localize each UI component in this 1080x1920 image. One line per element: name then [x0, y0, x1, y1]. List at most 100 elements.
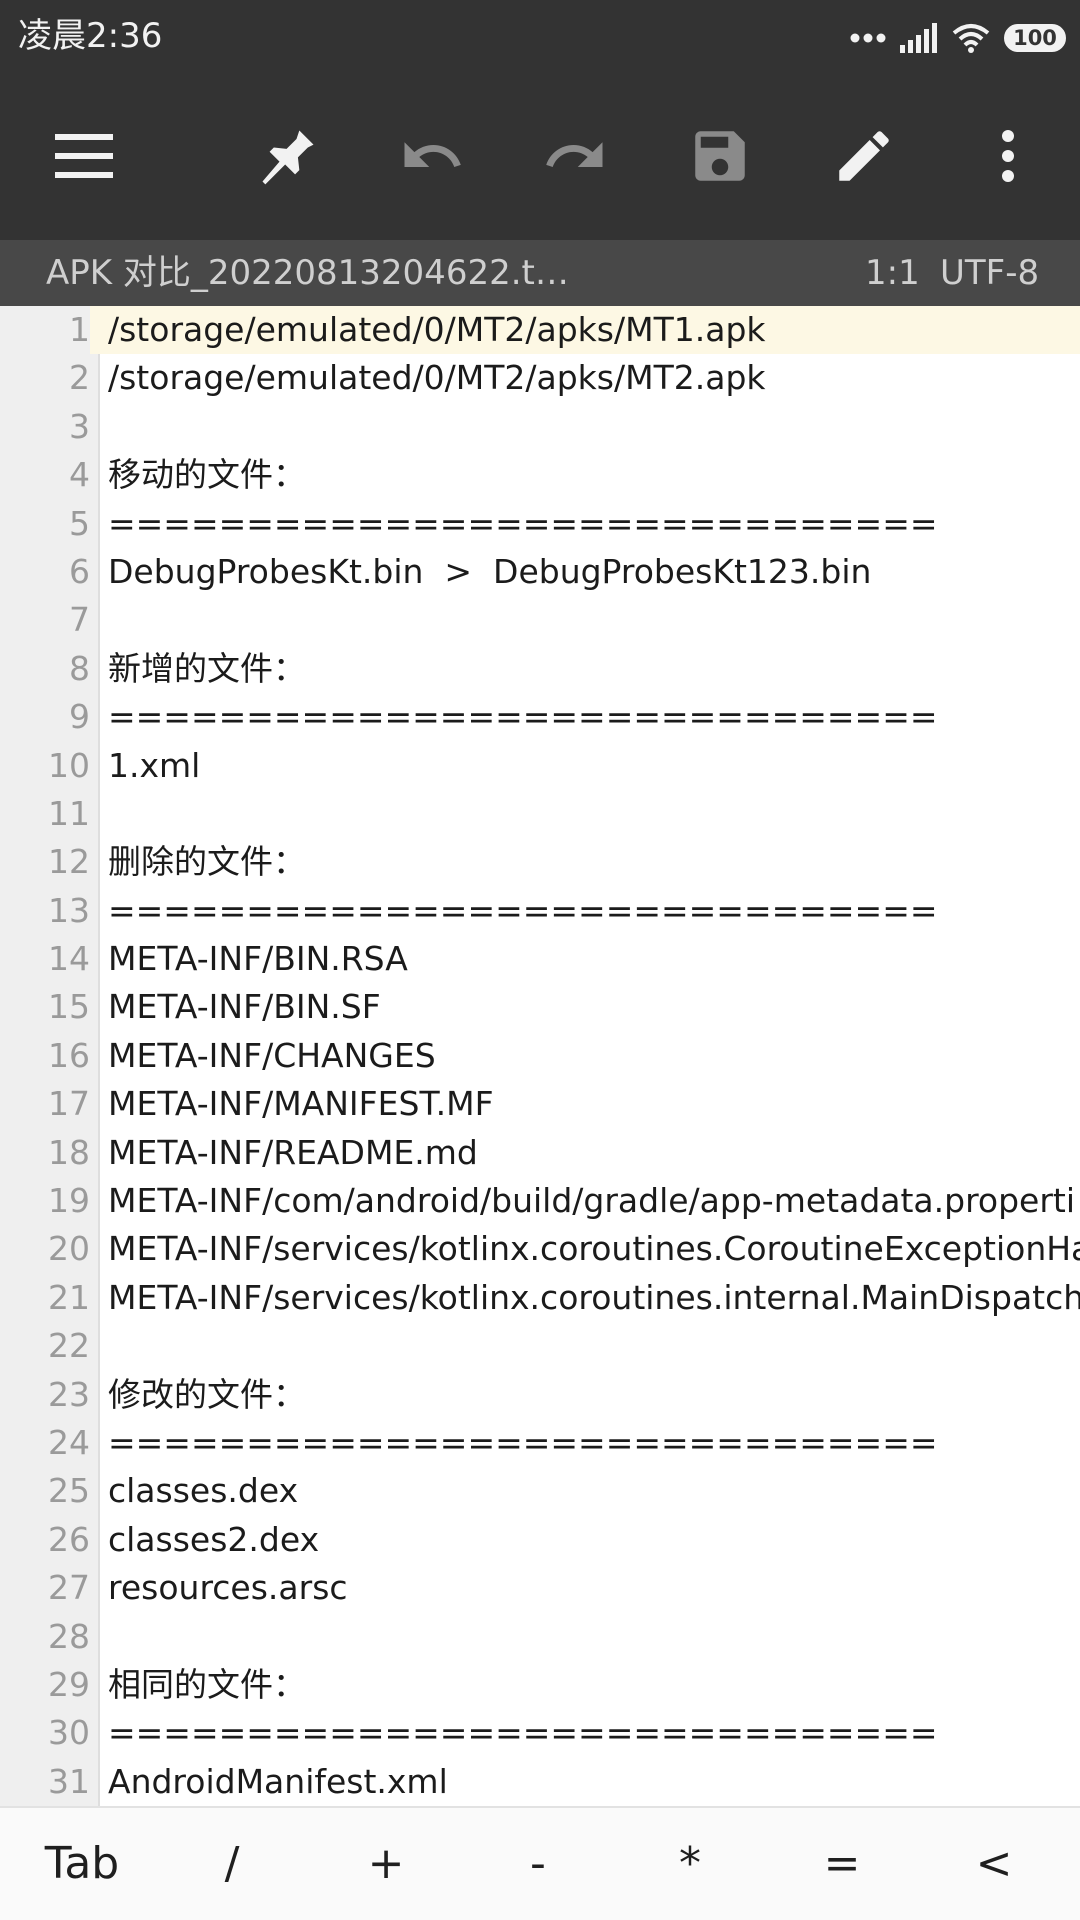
editor-line[interactable]: 7 — [0, 596, 1080, 644]
line-text[interactable]: classes.dex — [108, 1467, 298, 1515]
line-text[interactable]: /storage/emulated/0/MT2/apks/MT1.apk — [108, 306, 766, 354]
undo-button[interactable] — [392, 118, 472, 198]
redo-icon — [542, 123, 608, 193]
editor-line[interactable]: 23 修改的文件： — [0, 1371, 1080, 1419]
line-text[interactable]: META-INF/BIN.RSA — [108, 935, 408, 983]
line-text[interactable]: AndroidManifest.xml — [108, 1758, 448, 1806]
cursor-position[interactable]: 1:1 — [865, 240, 920, 306]
editor-line[interactable]: 29 相同的文件： — [0, 1661, 1080, 1709]
redo-button[interactable] — [535, 118, 615, 198]
symbol-key-asterisk[interactable]: * — [630, 1808, 750, 1920]
line-text[interactable]: ============================== — [108, 500, 938, 548]
line-text[interactable]: /storage/emulated/0/MT2/apks/MT2.apk — [108, 354, 766, 402]
line-number: 28 — [48, 1616, 90, 1656]
symbol-key-tab[interactable]: Tab — [22, 1808, 142, 1920]
line-text[interactable]: META-INF/README.md — [108, 1129, 478, 1177]
editor-line[interactable]: 18 META-INF/README.md — [0, 1129, 1080, 1177]
editor-line[interactable]: 27 resources.arsc — [0, 1564, 1080, 1612]
undo-icon — [399, 123, 465, 193]
editor-line[interactable]: 30 ============================== — [0, 1709, 1080, 1757]
edit-button[interactable] — [824, 118, 904, 198]
editor-line[interactable]: 17 META-INF/MANIFEST.MF — [0, 1080, 1080, 1128]
editor-line[interactable]: 14 META-INF/BIN.RSA — [0, 935, 1080, 983]
line-number: 4 — [69, 455, 90, 495]
signal-icon — [900, 23, 938, 53]
line-text[interactable]: 新增的文件： — [108, 645, 306, 693]
line-text[interactable]: 删除的文件： — [108, 838, 306, 886]
symbol-key-minus[interactable]: - — [478, 1808, 598, 1920]
editor-lines[interactable]: 1/storage/emulated/0/MT2/apks/MT1.apk 2/s… — [0, 306, 1080, 1806]
line-text[interactable]: classes2.dex — [108, 1516, 319, 1564]
line-text[interactable]: META-INF/com/android/build/gradle/app-me… — [108, 1177, 1075, 1225]
line-number: 20 — [48, 1229, 90, 1269]
file-info-bar: APK 对比_20220813204622.t… 1:1 UTF-8 — [0, 240, 1080, 306]
line-number: 29 — [48, 1664, 90, 1704]
line-number: 19 — [48, 1181, 90, 1221]
file-name: APK 对比_20220813204622.t… — [46, 253, 569, 293]
editor-line[interactable]: 6 DebugProbesKt.bin > DebugProbesKt123.bi… — [0, 548, 1080, 596]
status-bar: 凌晨2:36 100 — [0, 0, 1080, 76]
editor-line[interactable]: 3 — [0, 403, 1080, 451]
editor-line[interactable]: 9 ============================== — [0, 693, 1080, 741]
editor-line[interactable]: 11 — [0, 790, 1080, 838]
line-text[interactable]: 移动的文件： — [108, 451, 306, 499]
line-number: 2 — [69, 358, 90, 398]
editor-line[interactable]: 24 ============================== — [0, 1419, 1080, 1467]
line-text[interactable]: META-INF/BIN.SF — [108, 983, 381, 1031]
line-text[interactable]: 1.xml — [108, 742, 200, 790]
more-options-button[interactable] — [968, 118, 1048, 198]
editor-line[interactable]: 15 META-INF/BIN.SF — [0, 983, 1080, 1031]
line-number: 26 — [48, 1519, 90, 1559]
editor-line[interactable]: 8 新增的文件： — [0, 645, 1080, 693]
symbol-key-slash[interactable]: / — [172, 1808, 292, 1920]
line-text[interactable]: 相同的文件： — [108, 1661, 306, 1709]
line-number: 6 — [69, 551, 90, 591]
pin-button[interactable] — [248, 118, 328, 198]
line-text[interactable]: META-INF/CHANGES — [108, 1032, 436, 1080]
editor-line[interactable]: 28 — [0, 1613, 1080, 1661]
line-number: 9 — [69, 697, 90, 737]
line-text[interactable]: 修改的文件： — [108, 1371, 306, 1419]
line-text[interactable]: ============================== — [108, 1419, 938, 1467]
editor-line[interactable]: 19 META-INF/com/android/build/gradle/app-… — [0, 1177, 1080, 1225]
line-text[interactable]: DebugProbesKt.bin > DebugProbesKt123.bin — [108, 548, 871, 596]
line-number: 30 — [48, 1713, 90, 1753]
editor-line[interactable]: 12 删除的文件： — [0, 838, 1080, 886]
editor-line[interactable]: 1/storage/emulated/0/MT2/apks/MT1.apk — [0, 306, 1080, 355]
line-text[interactable]: META-INF/services/kotlinx.coroutines.Cor… — [108, 1225, 1080, 1273]
line-text[interactable]: META-INF/services/kotlinx.coroutines.int… — [108, 1274, 1080, 1322]
line-text[interactable]: resources.arsc — [108, 1564, 348, 1612]
editor-line[interactable]: 31 AndroidManifest.xml — [0, 1758, 1080, 1806]
line-number: 23 — [48, 1374, 90, 1414]
line-text[interactable]: ============================== — [108, 1709, 938, 1757]
editor-line[interactable]: 26 classes2.dex — [0, 1516, 1080, 1564]
save-icon — [687, 123, 753, 193]
save-button[interactable] — [680, 118, 760, 198]
editor-line[interactable]: 2/storage/emulated/0/MT2/apks/MT2.apk — [0, 354, 1080, 402]
editor-line[interactable]: 4 移动的文件： — [0, 451, 1080, 499]
text-editor[interactable]: 1/storage/emulated/0/MT2/apks/MT1.apk 2/s… — [0, 306, 1080, 1806]
menu-button[interactable] — [44, 118, 124, 198]
symbol-key-equals[interactable]: = — [782, 1808, 902, 1920]
line-number: 21 — [48, 1277, 90, 1317]
editor-line[interactable]: 16 META-INF/CHANGES — [0, 1032, 1080, 1080]
editor-line[interactable]: 20 META-INF/services/kotlinx.coroutines.C… — [0, 1225, 1080, 1273]
editor-line[interactable]: 21 META-INF/services/kotlinx.coroutines.i… — [0, 1274, 1080, 1322]
line-number: 27 — [48, 1568, 90, 1608]
editor-line[interactable]: 13 ============================== — [0, 887, 1080, 935]
symbol-key-plus[interactable]: + — [326, 1808, 446, 1920]
encoding-label[interactable]: UTF-8 — [940, 240, 1039, 306]
line-number: 15 — [48, 987, 90, 1027]
line-number: 16 — [48, 1035, 90, 1075]
editor-line[interactable]: 25 classes.dex — [0, 1467, 1080, 1515]
line-text[interactable]: META-INF/MANIFEST.MF — [108, 1080, 494, 1128]
line-number: 31 — [48, 1761, 90, 1801]
editor-line[interactable]: 22 — [0, 1322, 1080, 1370]
editor-line[interactable]: 10 1.xml — [0, 742, 1080, 790]
line-text[interactable]: ============================== — [108, 693, 938, 741]
line-number: 22 — [48, 1326, 90, 1366]
more-vert-icon — [998, 130, 1018, 186]
editor-line[interactable]: 5 ============================== — [0, 500, 1080, 548]
symbol-key-less-than[interactable]: < — [934, 1808, 1054, 1920]
line-text[interactable]: ============================== — [108, 887, 938, 935]
